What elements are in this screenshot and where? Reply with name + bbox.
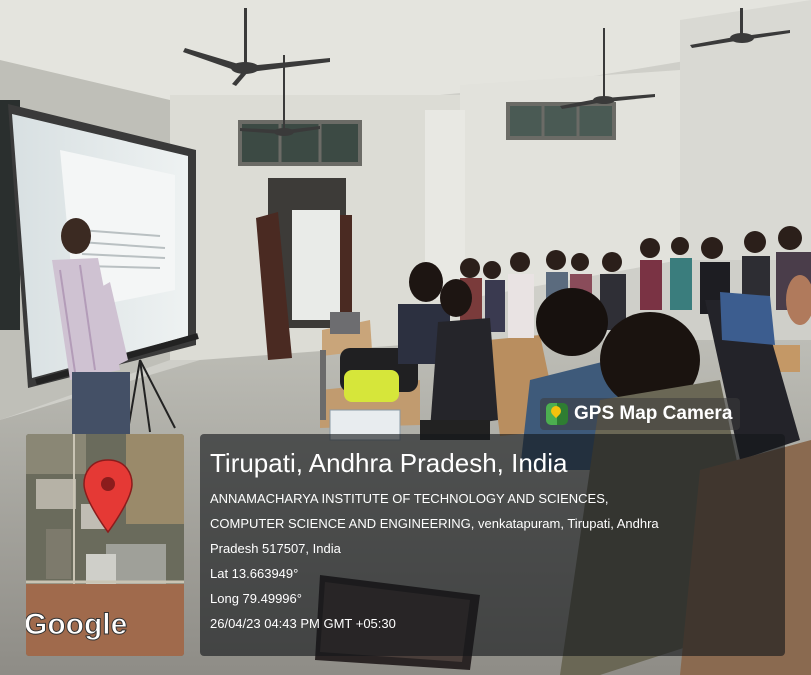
longitude: Long 79.49996° <box>210 591 302 606</box>
location-map-thumbnail: Google <box>26 434 184 656</box>
timestamp: 26/04/23 04:43 PM GMT +05:30 <box>210 616 396 631</box>
gps-map-camera-badge: GPS Map Camera <box>540 398 741 430</box>
address-line-1: ANNAMACHARYA INSTITUTE OF TECHNOLOGY AND… <box>210 491 609 506</box>
satellite-map: Google <box>26 434 184 656</box>
latitude: Lat 13.663949° <box>210 566 299 581</box>
location-title: Tirupati, Andhra Pradesh, India <box>210 448 568 478</box>
photo-frame: GPS Map Camera Google Tirupati, Andhra P… <box>0 0 811 675</box>
gps-badge-label: GPS Map Camera <box>574 403 733 424</box>
location-info-panel: Tirupati, Andhra Pradesh, India ANNAMACH… <box>200 434 785 656</box>
address-line-2: COMPUTER SCIENCE AND ENGINEERING, venkat… <box>210 516 659 531</box>
gps-map-camera-icon <box>546 403 568 425</box>
address-line-3: Pradesh 517507, India <box>210 541 341 556</box>
google-attribution: Google <box>26 608 127 641</box>
